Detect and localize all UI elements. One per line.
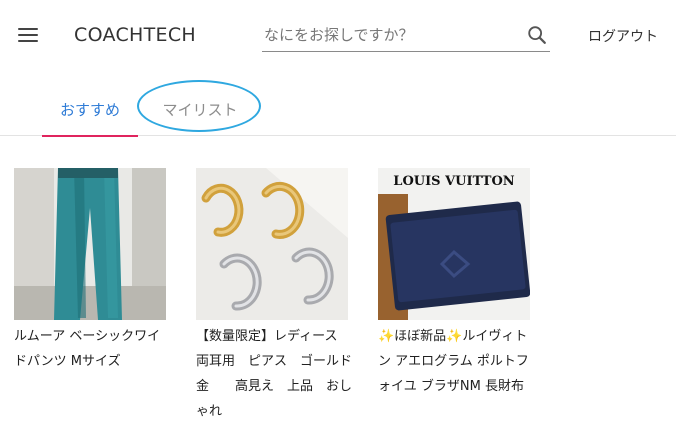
logout-button[interactable]: ログアウト xyxy=(588,26,658,46)
wallet-brand-text: LOUIS VUITTON xyxy=(393,174,515,189)
tab-recommend[interactable]: おすすめ xyxy=(42,88,138,137)
product-name[interactable]: ルムーア ベーシックワイドパンツ Mサイズ xyxy=(14,324,172,374)
product-grid: ルムーア ベーシックワイドパンツ Mサイズ 【数量限定】レディース 両耳用 ピア… xyxy=(0,168,676,439)
item-tabs: おすすめ マイリスト xyxy=(0,80,676,137)
search-bar xyxy=(262,18,550,52)
highlight-ring-annotation xyxy=(137,80,261,132)
search-icon[interactable] xyxy=(526,24,548,46)
product-image-pants[interactable] xyxy=(14,168,166,320)
product-card[interactable]: LOUIS VUITTON ✨ほぼ新品✨ルイヴィトン アエログラム ポルトフォイ… xyxy=(378,168,536,399)
brand-logo[interactable]: COACHTECH xyxy=(74,24,196,46)
product-image-wallet[interactable]: LOUIS VUITTON xyxy=(378,168,530,320)
tab-mylist[interactable]: マイリスト xyxy=(137,80,261,135)
app-header: COACHTECH ログアウト xyxy=(0,0,676,70)
product-card[interactable]: ルムーア ベーシックワイドパンツ Mサイズ xyxy=(14,168,172,374)
hamburger-menu-icon[interactable] xyxy=(18,27,38,43)
product-name[interactable]: ✨ほぼ新品✨ルイヴィトン アエログラム ポルトフォイユ ブラザNM 長財布 xyxy=(378,324,536,399)
tab-recommend-label: おすすめ xyxy=(59,101,120,119)
product-card[interactable]: 【数量限定】レディース 両耳用 ピアス ゴールド 金 高見え 上品 おしゃれ xyxy=(196,168,354,424)
active-tab-indicator xyxy=(42,135,138,137)
product-name[interactable]: 【数量限定】レディース 両耳用 ピアス ゴールド 金 高見え 上品 おしゃれ xyxy=(196,324,354,424)
search-input[interactable] xyxy=(264,22,514,48)
product-image-earrings[interactable] xyxy=(196,168,348,320)
